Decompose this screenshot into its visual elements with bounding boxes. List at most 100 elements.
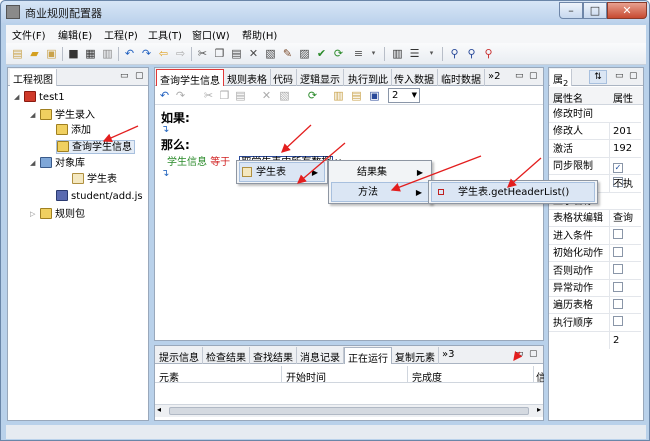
- panel-minimize-icon[interactable]: ▭: [120, 71, 129, 81]
- tree-node-query-student[interactable]: 查询学生信息: [56, 140, 135, 154]
- undo-icon[interactable]: ↶: [157, 88, 172, 103]
- tab-rule-table[interactable]: 规则表格: [224, 69, 271, 86]
- new-project-icon[interactable]: ▣: [44, 46, 59, 61]
- tree-node-root[interactable]: ◢ test1: [14, 90, 65, 104]
- insert-icon[interactable]: ▥: [331, 88, 346, 103]
- panel-maximize-icon[interactable]: ▢: [629, 71, 638, 81]
- column-header[interactable]: 信: [536, 369, 544, 384]
- tree-node-add[interactable]: 添加: [56, 124, 91, 138]
- back-icon[interactable]: ⇦: [156, 46, 171, 61]
- tab-properties[interactable]: 属2: [550, 69, 573, 88]
- property-row[interactable]: 遍历表格: [549, 297, 641, 332]
- cut-icon[interactable]: ✂: [195, 46, 210, 61]
- panel-minimize-icon[interactable]: ▭: [515, 349, 524, 359]
- property-row[interactable]: 异常动作: [549, 280, 641, 314]
- list-dropdown-icon[interactable]: ▾: [424, 46, 439, 61]
- find-icon[interactable]: ▧: [277, 88, 292, 103]
- find-icon[interactable]: ▧: [263, 46, 278, 61]
- property-row[interactable]: 修改时间 201: [549, 106, 641, 140]
- panel-maximize-icon[interactable]: ▢: [529, 71, 538, 81]
- menu-help[interactable]: 帮助(H): [242, 27, 277, 42]
- menu-window[interactable]: 窗口(W): [192, 27, 230, 42]
- property-row[interactable]: 激活 ✓: [549, 141, 641, 175]
- property-row[interactable]: 初始化动作: [549, 245, 641, 280]
- tab-project-view[interactable]: 工程视图: [10, 69, 57, 86]
- property-row[interactable]: 表格状编辑: [549, 210, 641, 245]
- tree-node-rule-package[interactable]: ▷ 规则包: [30, 207, 85, 221]
- tab-query-student[interactable]: 查询学生信息: [156, 69, 224, 87]
- column-header[interactable]: 开始时间: [286, 369, 326, 384]
- close-button[interactable]: ✕: [607, 2, 647, 19]
- sort-icon[interactable]: ⇅: [589, 70, 607, 84]
- indent-icon[interactable]: ≡: [351, 46, 366, 61]
- forward-icon[interactable]: ⇨: [173, 46, 188, 61]
- scroll-left-icon[interactable]: ◂: [157, 405, 161, 414]
- list-icon[interactable]: ☰: [407, 46, 422, 61]
- menu-item-methods[interactable]: 方法 ▶: [331, 182, 429, 202]
- refresh-icon[interactable]: ⟳: [305, 88, 320, 103]
- panel-minimize-icon[interactable]: ▭: [615, 71, 624, 81]
- tab-copy-element[interactable]: 复制元素: [392, 347, 439, 364]
- column-divider[interactable]: [407, 366, 408, 383]
- indent-dropdown-icon[interactable]: ▾: [366, 46, 381, 61]
- menu-project[interactable]: 工程(P): [104, 27, 138, 42]
- save-all-icon[interactable]: ▦: [83, 46, 98, 61]
- column-header[interactable]: 完成度: [412, 369, 442, 384]
- refresh-icon[interactable]: ⟳: [331, 46, 346, 61]
- scroll-right-icon[interactable]: ▸: [537, 405, 541, 414]
- expand-icon[interactable]: ▷: [30, 207, 38, 221]
- tab-logic-view[interactable]: 逻辑显示: [297, 69, 344, 86]
- tool-icon[interactable]: ✎: [280, 46, 295, 61]
- tree-node-student-add-js[interactable]: student/add.js: [56, 190, 143, 204]
- scroll-thumb[interactable]: [169, 407, 529, 415]
- collapse-icon[interactable]: ◢: [14, 90, 22, 104]
- help-context-icon[interactable]: ⚲: [464, 46, 479, 61]
- replace-icon[interactable]: ▨: [297, 46, 312, 61]
- tab-hints[interactable]: 提示信息: [156, 347, 203, 364]
- menu-edit[interactable]: 编辑(E): [58, 27, 92, 42]
- check-icon[interactable]: ✔: [314, 46, 329, 61]
- cut-icon[interactable]: ✂: [201, 88, 216, 103]
- property-row[interactable]: 进入条件: [549, 228, 641, 262]
- property-row[interactable]: 修改人 192: [549, 123, 641, 158]
- menu-tools[interactable]: 工具(T): [148, 27, 182, 42]
- paste-icon[interactable]: ▤: [233, 88, 248, 103]
- horizontal-scrollbar[interactable]: ◂ ▸: [155, 404, 543, 417]
- collapse-icon[interactable]: ◢: [30, 156, 38, 170]
- undo-icon[interactable]: ↶: [122, 46, 137, 61]
- property-row[interactable]: 同步限制: [549, 158, 641, 193]
- tab-check-results[interactable]: 检查结果: [203, 347, 250, 364]
- statement-operator[interactable]: 等于: [210, 157, 230, 168]
- tab-temp-data[interactable]: 临时数据: [438, 69, 485, 86]
- property-value[interactable]: 2: [609, 331, 641, 349]
- paste-icon[interactable]: ▤: [229, 46, 244, 61]
- menu-item-get-header-list[interactable]: 学生表.getHeaderList(): [431, 182, 595, 202]
- redo-icon[interactable]: ↷: [139, 46, 154, 61]
- copy-icon[interactable]: ❐: [212, 46, 227, 61]
- tree-node-student-entry[interactable]: ◢ 学生录入: [30, 108, 95, 122]
- delete-icon[interactable]: ✕: [246, 46, 261, 61]
- collapse-if-icon[interactable]: ↴: [161, 124, 169, 135]
- copy-icon[interactable]: ❐: [217, 88, 232, 103]
- property-row[interactable]: 否则动作: [549, 263, 641, 297]
- open-folder-icon[interactable]: ▰: [27, 46, 42, 61]
- panel-minimize-icon[interactable]: ▭: [515, 71, 524, 81]
- tab-overflow[interactable]: »3: [439, 347, 457, 364]
- collapse-icon[interactable]: ◢: [30, 108, 38, 122]
- minimize-button[interactable]: –: [559, 2, 583, 19]
- tab-running[interactable]: 正在运行: [344, 347, 392, 365]
- column-divider[interactable]: [281, 366, 282, 383]
- menu-file[interactable]: 文件(F): [12, 27, 46, 42]
- tab-input-data[interactable]: 传入数据: [391, 69, 438, 86]
- delete-icon[interactable]: ✕: [259, 88, 274, 103]
- tree-node-object-library[interactable]: ◢ 对象库: [30, 156, 85, 170]
- about-icon[interactable]: ⚲: [481, 46, 496, 61]
- help-icon[interactable]: ⚲: [447, 46, 462, 61]
- tab-run-to-here[interactable]: 执行到此: [345, 69, 392, 86]
- maximize-button[interactable]: □: [583, 2, 607, 19]
- panel-maximize-icon[interactable]: ▢: [529, 349, 538, 359]
- attach-icon[interactable]: ▣: [367, 88, 382, 103]
- save-icon[interactable]: ■: [66, 46, 81, 61]
- redo-icon[interactable]: ↷: [173, 88, 188, 103]
- property-value[interactable]: 不执: [609, 175, 641, 193]
